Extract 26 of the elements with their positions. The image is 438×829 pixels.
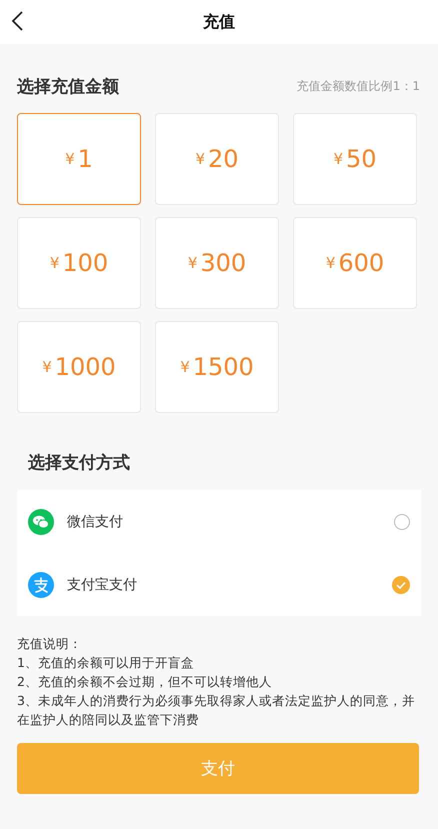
payment-label: 支付宝支付	[67, 576, 138, 594]
chat-bubbles-icon	[28, 508, 54, 534]
payment-option[interactable]: 支付宝支付	[17, 553, 421, 616]
section-title: 选择支付方式	[27, 452, 131, 474]
section-title: 选择充值金额	[17, 76, 119, 98]
payment-label: 微信支付	[67, 512, 124, 530]
note-text: 3、未成年人的消费行为必须事先取得家人或者法定监护人的同意，并在监护人的陪同以及监管下消费	[17, 692, 416, 729]
pay-button[interactable]: 支付	[17, 743, 419, 794]
note-text: 2、充值的余额不会过期，但不可以转增他人	[17, 673, 273, 691]
amount-option[interactable]: ¥1000	[17, 321, 141, 413]
back-button[interactable]	[10, 10, 24, 32]
amount-option[interactable]: ¥1500	[155, 321, 279, 413]
radio-icon[interactable]	[394, 514, 410, 530]
note-text: 1、充值的余额可以用于开盲盒	[17, 654, 195, 672]
payment-logo-icon	[28, 572, 54, 598]
amount-option[interactable]: ¥300	[155, 217, 279, 309]
amount-option[interactable]: ¥100	[17, 217, 141, 309]
ratio-note: 充值金额数值比例1：1	[296, 78, 420, 95]
payment-option[interactable]: 微信支付	[17, 490, 421, 553]
notes-title: 充值说明：	[17, 635, 83, 653]
amount-option[interactable]: ¥1	[17, 113, 141, 205]
checked-radio-icon[interactable]	[392, 576, 410, 594]
amount-option[interactable]: ¥20	[155, 113, 279, 205]
amount-option[interactable]: ¥50	[293, 113, 417, 205]
page-title: 充值	[203, 12, 235, 32]
amount-option[interactable]: ¥600	[293, 217, 417, 309]
